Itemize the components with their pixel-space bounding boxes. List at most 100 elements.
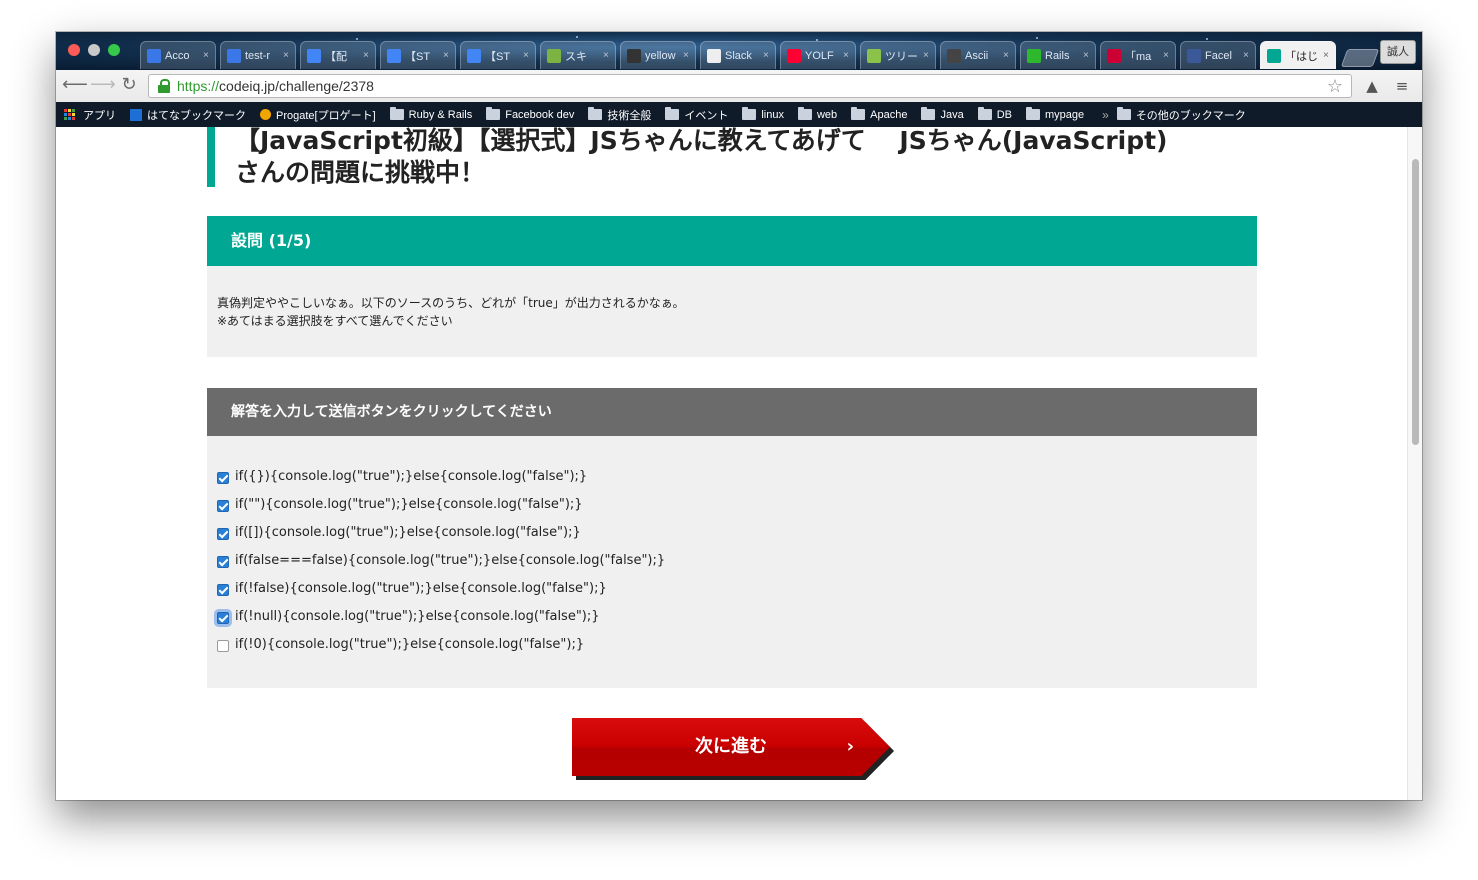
choice-label: if(""){console.log("true");}else{console… <box>235 496 583 512</box>
browser-tab[interactable]: Ascii × <box>940 41 1016 69</box>
browser-tab[interactable]: ツリー × <box>860 41 936 69</box>
choice-checkbox[interactable] <box>217 528 229 540</box>
bookmark-label: Progate[プロゲート] <box>276 109 376 122</box>
forward-button[interactable]: ⟶ <box>90 74 116 96</box>
drive-icon[interactable]: ▲ <box>1362 76 1382 96</box>
browser-tab[interactable]: Facel × <box>1180 41 1256 69</box>
reload-button[interactable]: ↻ <box>118 74 140 96</box>
close-tab-icon[interactable]: × <box>283 50 295 61</box>
choice-label: if(!null){console.log("true");}else{cons… <box>235 608 600 624</box>
bookmark-label: 技術全般 <box>607 109 652 122</box>
close-tab-icon[interactable]: × <box>203 50 215 61</box>
bookmark-item[interactable]: Apache <box>851 107 907 121</box>
answer-header: 解答を入力して送信ボタンをクリックしてください <box>207 388 1257 436</box>
browser-tab[interactable]: 【配 × <box>300 41 376 69</box>
st-icon <box>547 48 561 63</box>
browser-tab[interactable]: Acco × <box>140 41 216 69</box>
bookmarks-overflow-button[interactable]: » <box>1102 108 1109 122</box>
bookmark-item[interactable]: はてなブックマーク <box>130 107 246 123</box>
bookmark-item[interactable]: web <box>797 107 838 121</box>
close-window-button[interactable] <box>68 44 80 56</box>
folder-icon <box>1116 107 1131 120</box>
browser-tab[interactable]: YOLF × <box>780 41 856 69</box>
folder-icon <box>486 107 501 120</box>
bookmark-item[interactable]: イベント <box>665 107 728 123</box>
bookmark-item[interactable]: Progate[プロゲート] <box>260 107 376 123</box>
folder-icon <box>389 107 404 120</box>
menu-icon[interactable]: ≡ <box>1392 76 1412 96</box>
close-tab-icon[interactable]: × <box>683 50 695 61</box>
folder-icon <box>921 107 936 120</box>
profile-button[interactable]: 誠人 <box>1380 40 1416 64</box>
minimize-window-button[interactable] <box>88 44 100 56</box>
bookmark-item[interactable]: mypage <box>1025 107 1084 121</box>
address-bar[interactable]: https://codeiq.jp/challenge/2378 ☆ <box>148 74 1352 98</box>
answer-choice[interactable]: if({}){console.log("true");}else{console… <box>207 462 1257 490</box>
other-bookmarks[interactable]: その他のブックマーク <box>1116 107 1246 123</box>
bookmark-item[interactable]: Java <box>921 107 964 121</box>
choice-checkbox[interactable] <box>217 612 229 624</box>
slack-icon <box>707 48 721 63</box>
zoom-window-button[interactable] <box>108 44 120 56</box>
choice-checkbox[interactable] <box>217 556 229 568</box>
bookmark-label: web <box>816 108 838 121</box>
choice-checkbox[interactable] <box>217 472 229 484</box>
new-tab-button[interactable] <box>1340 49 1380 67</box>
answer-choice[interactable]: if([]){console.log("true");}else{console… <box>207 518 1257 546</box>
close-tab-icon[interactable]: × <box>1163 50 1175 61</box>
answer-choices: if({}){console.log("true");}else{console… <box>207 436 1257 688</box>
back-button[interactable]: ⟵ <box>62 74 88 96</box>
lock-icon <box>157 79 171 93</box>
q-icon <box>1027 48 1041 63</box>
close-tab-icon[interactable]: × <box>1323 50 1335 61</box>
answer-choice[interactable]: if(""){console.log("true");}else{console… <box>207 490 1257 518</box>
next-button[interactable]: 次に進む › <box>572 718 890 776</box>
close-tab-icon[interactable]: × <box>1243 50 1255 61</box>
close-tab-icon[interactable]: × <box>603 50 615 61</box>
choice-checkbox[interactable] <box>217 500 229 512</box>
browser-tab[interactable]: 「ma × <box>1100 41 1176 69</box>
bookmark-item[interactable]: Ruby & Rails <box>389 107 472 121</box>
close-tab-icon[interactable]: × <box>1003 50 1015 61</box>
browser-tab[interactable]: 【ST × <box>460 41 536 69</box>
scrollbar[interactable] <box>1407 127 1422 800</box>
bookmark-item[interactable]: linux <box>742 107 784 121</box>
browser-tab[interactable]: スキ × <box>540 41 616 69</box>
bookmark-item[interactable]: アプリ <box>64 107 116 123</box>
bookmark-item[interactable]: Facebook dev <box>486 107 574 121</box>
bookmark-label: アプリ <box>83 109 116 122</box>
choice-checkbox[interactable] <box>217 584 229 596</box>
browser-tab[interactable]: Slack × <box>700 41 776 69</box>
doc-icon <box>467 48 481 63</box>
close-tab-icon[interactable]: × <box>843 50 855 61</box>
browser-tab[interactable]: 「はじ × <box>1260 41 1336 69</box>
bookmark-item[interactable]: DB <box>977 107 1012 121</box>
bookmark-label: linux <box>761 108 784 121</box>
cloud-icon <box>227 48 241 63</box>
close-tab-icon[interactable]: × <box>443 50 455 61</box>
browser-tab[interactable]: Rails × <box>1020 41 1096 69</box>
answer-choice[interactable]: if(false===false){console.log("true");}e… <box>207 546 1257 574</box>
bookmark-item[interactable]: 技術全般 <box>588 107 651 123</box>
browser-tab[interactable]: 【ST × <box>380 41 456 69</box>
scrollbar-thumb[interactable] <box>1412 159 1419 445</box>
other-bookmarks-label: その他のブックマーク <box>1135 109 1246 122</box>
answer-choice[interactable]: if(!false){console.log("true");}else{con… <box>207 574 1257 602</box>
close-tab-icon[interactable]: × <box>763 50 775 61</box>
close-tab-icon[interactable]: × <box>523 50 535 61</box>
tab-label: ツリー <box>885 50 918 63</box>
answer-choice[interactable]: if(!0){console.log("true");}else{console… <box>207 630 1257 658</box>
answer-choice[interactable]: if(!null){console.log("true");}else{cons… <box>207 602 1257 630</box>
page-viewport: 【JavaScript初級】【選択式】JSちゃんに教えてあげて JSちゃん(Ja… <box>56 127 1422 800</box>
choice-checkbox[interactable] <box>217 640 229 652</box>
bookmark-label: DB <box>996 108 1012 121</box>
close-tab-icon[interactable]: × <box>1083 50 1095 61</box>
bookmarks-bar: アプリ はてなブックマーク Progate[プロゲート] Ruby & Rails Fa… <box>56 102 1422 127</box>
browser-tab[interactable]: test-r × <box>220 41 296 69</box>
close-tab-icon[interactable]: × <box>363 50 375 61</box>
bookmark-star-icon[interactable]: ☆ <box>1327 76 1343 97</box>
browser-tab[interactable]: yellow × <box>620 41 696 69</box>
close-tab-icon[interactable]: × <box>923 50 935 61</box>
tab-label: Rails <box>1045 49 1070 62</box>
page-title-line2: さんの問題に挑戦中！ <box>235 158 486 187</box>
